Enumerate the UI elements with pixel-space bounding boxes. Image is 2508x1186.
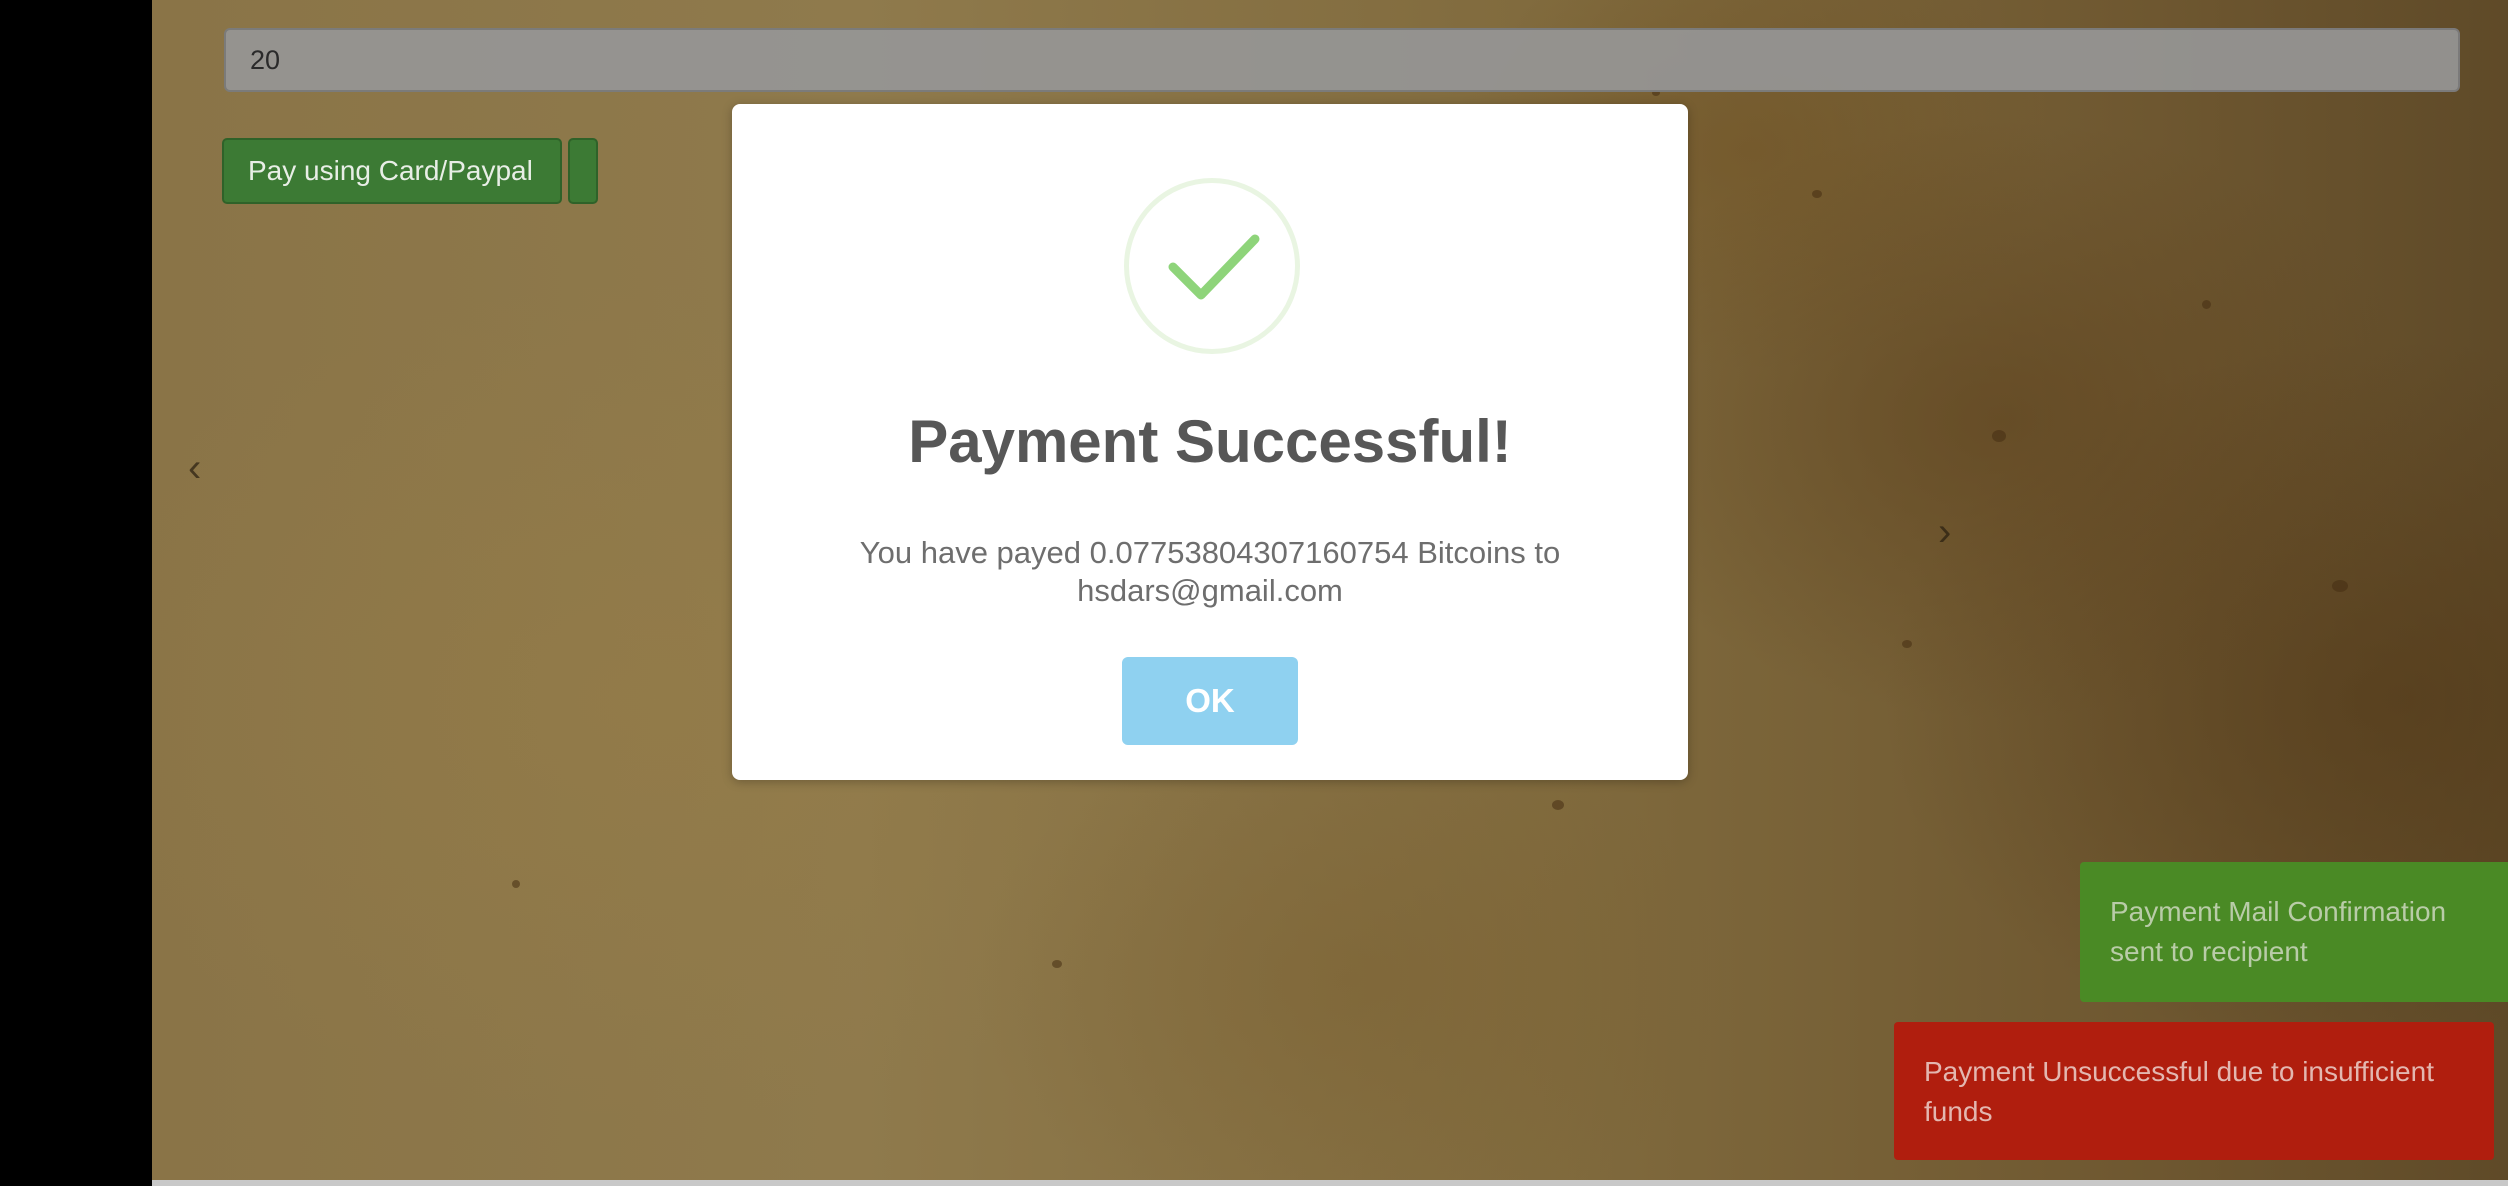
pay-alternate-button[interactable] xyxy=(568,138,598,204)
dialog-message-line1: You have payed 0.07753804307160754 Bitco… xyxy=(859,535,1561,570)
bottom-scrollbar[interactable] xyxy=(152,1180,2508,1186)
insufficient-funds-notification[interactable]: Payment Unsuccessful due to insufficient… xyxy=(1894,1022,2494,1160)
carousel-prev-icon[interactable]: ‹ xyxy=(188,448,201,488)
amount-input-value: 20 xyxy=(250,44,281,75)
dialog-message-line2: hsdars@gmail.com xyxy=(1077,573,1343,608)
payment-success-dialog: Payment Successful! You have payed 0.077… xyxy=(732,104,1688,780)
page-background: 20 Pay using Card/Paypal ‹ › Payment Suc… xyxy=(152,0,2508,1186)
stain xyxy=(1902,640,1912,648)
carousel-next-icon[interactable]: › xyxy=(1938,512,1951,552)
ok-button[interactable]: OK xyxy=(1122,657,1298,745)
checkmark-icon xyxy=(1168,234,1260,300)
stain xyxy=(1052,960,1062,968)
dialog-message: You have payed 0.07753804307160754 Bitco… xyxy=(812,534,1608,610)
pay-card-paypal-label: Pay using Card/Paypal xyxy=(248,155,533,186)
stain xyxy=(1552,800,1564,810)
amount-input[interactable]: 20 xyxy=(224,28,2460,92)
mail-confirmation-notification[interactable]: Payment Mail Confirmation sent to recipi… xyxy=(2080,862,2508,1002)
left-black-gutter xyxy=(0,0,152,1186)
stain xyxy=(1812,190,1822,198)
dialog-title: Payment Successful! xyxy=(908,408,1512,475)
stain xyxy=(512,880,520,888)
success-check-icon xyxy=(1124,178,1300,354)
stain xyxy=(2202,300,2211,309)
pay-card-paypal-button[interactable]: Pay using Card/Paypal xyxy=(222,138,562,204)
stain xyxy=(2332,580,2348,592)
notification-text: Payment Mail Confirmation sent to recipi… xyxy=(2110,896,2447,967)
notification-text: Payment Unsuccessful due to insufficient… xyxy=(1924,1056,2434,1127)
stain xyxy=(1992,430,2006,442)
